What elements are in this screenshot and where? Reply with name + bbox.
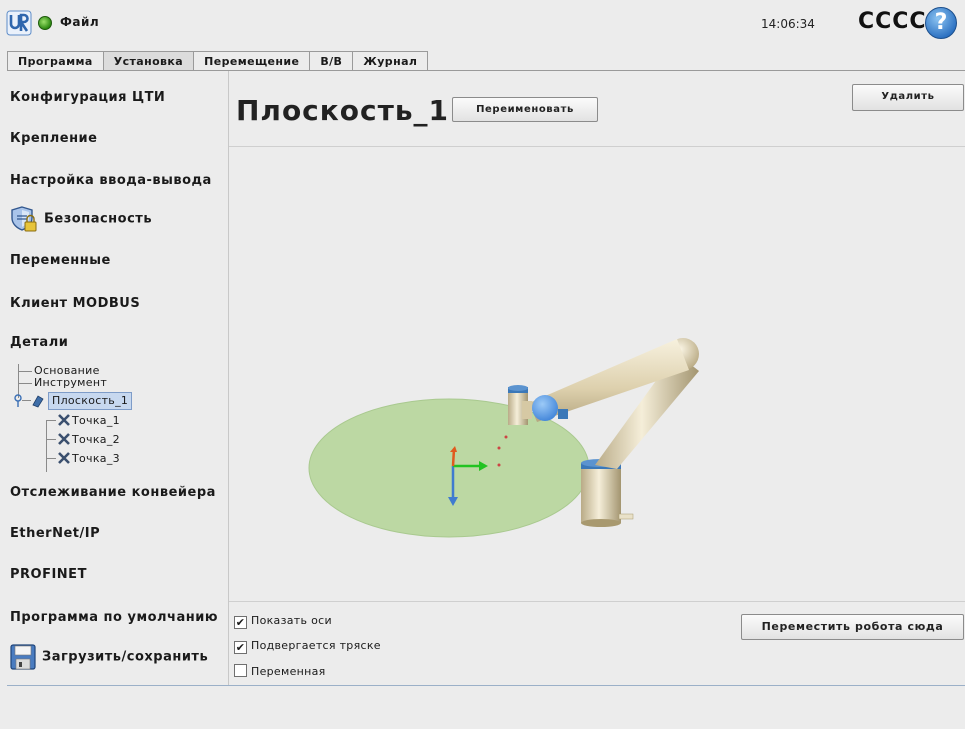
sidebar-item-conveyor-tracking[interactable]: Отслеживание конвейера bbox=[10, 485, 216, 500]
sidebar-item-profinet[interactable]: PROFINET bbox=[10, 567, 87, 582]
shake-checkbox[interactable]: ✔ Подвергается тряске bbox=[234, 639, 381, 654]
tree-node-label: Точка_1 bbox=[72, 414, 120, 427]
sidebar-item-load-save-label: Загрузить/сохранить bbox=[42, 649, 209, 665]
tab-io[interactable]: В/В bbox=[309, 51, 354, 71]
tree-connector bbox=[18, 383, 32, 384]
expand-node-icon bbox=[14, 394, 22, 407]
sidebar-item-safety[interactable]: Безопасность bbox=[10, 205, 152, 233]
tree-connector bbox=[18, 364, 19, 398]
floppy-disk-icon bbox=[10, 644, 36, 670]
point-feature-icon bbox=[58, 414, 70, 426]
sidebar-item-features[interactable]: Детали bbox=[10, 335, 68, 350]
point-feature-icon bbox=[58, 433, 70, 445]
tree-connector bbox=[46, 420, 56, 421]
sidebar-item-safety-label: Безопасность bbox=[44, 211, 153, 227]
tree-connector bbox=[18, 371, 32, 372]
sidebar-item-load-save[interactable]: Загрузить/сохранить bbox=[10, 644, 208, 670]
rename-button[interactable]: Переименовать bbox=[452, 97, 598, 122]
tree-node-label: Инструмент bbox=[34, 376, 108, 389]
move-robot-here-button[interactable]: Переместить робота сюда bbox=[741, 614, 964, 640]
clock-time: 14:06:34 bbox=[761, 17, 815, 31]
tcp-marker bbox=[497, 463, 501, 467]
tree-node-label: Точка_3 bbox=[72, 452, 120, 465]
ur-logo-icon bbox=[6, 10, 32, 36]
help-icon[interactable]: ? bbox=[925, 7, 957, 39]
sidebar-item-modbus[interactable]: Клиент MODBUS bbox=[10, 296, 140, 311]
sidebar-item-default-program[interactable]: Программа по умолчанию bbox=[10, 610, 218, 625]
tab-program[interactable]: Программа bbox=[7, 51, 104, 71]
sidebar-item-variables[interactable]: Переменные bbox=[10, 253, 111, 268]
robot-base bbox=[581, 459, 634, 527]
tree-connector bbox=[22, 400, 31, 401]
checkbox-box[interactable]: ✔ bbox=[234, 641, 247, 654]
shield-lock-icon bbox=[11, 206, 37, 232]
shake-label: Подвергается тряске bbox=[251, 639, 381, 652]
tree-connector bbox=[46, 458, 56, 459]
footer-area bbox=[0, 686, 965, 729]
checkbox-box[interactable] bbox=[234, 664, 247, 677]
show-axes-label: Показать оси bbox=[251, 614, 332, 627]
robot-scene bbox=[308, 338, 699, 538]
robot-name: CCCC bbox=[858, 9, 927, 34]
tree-node-label: Плоскость_1 bbox=[48, 392, 133, 410]
file-menu[interactable]: Файл bbox=[60, 15, 99, 29]
tcp-marker bbox=[504, 435, 508, 439]
variable-label: Переменная bbox=[251, 665, 326, 678]
polyscope-window: Файл 14:06:34 CCCC ? Программа Установка… bbox=[0, 0, 965, 729]
installation-sidebar: Конфигурация ЦТИ Крепление Настройка вво… bbox=[8, 71, 228, 686]
sidebar-item-mounting[interactable]: Крепление bbox=[10, 131, 97, 146]
sidebar-item-io-setup[interactable]: Настройка ввода-вывода bbox=[10, 173, 212, 188]
main-tabs: Программа Установка Перемещение В/В Журн… bbox=[7, 51, 429, 71]
plane-feature-icon bbox=[32, 395, 44, 408]
sidebar-item-ethernet-ip[interactable]: EtherNet/IP bbox=[10, 526, 100, 541]
show-axes-checkbox[interactable]: ✔ Показать оси bbox=[234, 614, 332, 629]
tree-connector bbox=[46, 439, 56, 440]
3d-viewport[interactable] bbox=[229, 146, 965, 602]
tab-log[interactable]: Журнал bbox=[352, 51, 429, 71]
tab-move[interactable]: Перемещение bbox=[193, 51, 311, 71]
tree-node-label: Точка_2 bbox=[72, 433, 120, 446]
robot-status-icon bbox=[38, 16, 52, 30]
sidebar-item-tcp-config[interactable]: Конфигурация ЦТИ bbox=[10, 90, 165, 105]
variable-checkbox[interactable]: Переменная bbox=[234, 664, 326, 678]
tree-connector bbox=[46, 421, 47, 472]
point-feature-icon bbox=[58, 452, 70, 464]
delete-button[interactable]: Удалить bbox=[852, 84, 964, 111]
page-title: Плоскость_1 bbox=[236, 94, 450, 127]
top-bar: Файл 14:06:34 CCCC ? bbox=[0, 0, 965, 50]
tab-installation[interactable]: Установка bbox=[102, 51, 195, 71]
checkbox-box[interactable]: ✔ bbox=[234, 616, 247, 629]
tcp-marker bbox=[497, 446, 501, 450]
